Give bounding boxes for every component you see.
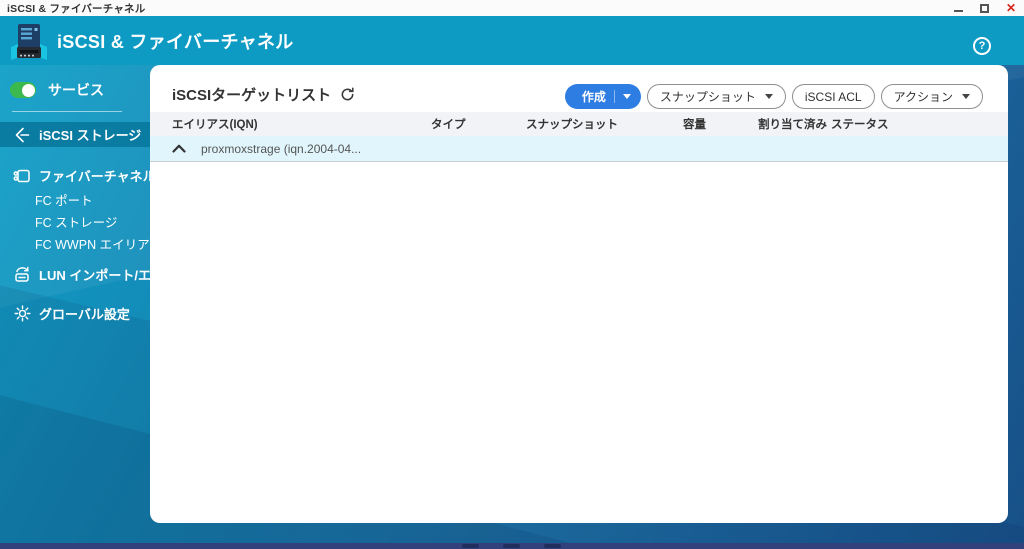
collapse-icon[interactable] bbox=[172, 144, 186, 153]
column-header-capacity[interactable]: 容量 bbox=[683, 116, 758, 132]
sidebar-item-iscsi-storage[interactable]: iSCSI ストレージ bbox=[0, 122, 150, 147]
action-button[interactable]: アクション bbox=[880, 84, 983, 109]
sidebar-item-fc-storage[interactable]: FC ストレージ bbox=[0, 210, 150, 232]
dock-dot bbox=[503, 544, 520, 548]
chevron-down-icon bbox=[962, 94, 970, 99]
gear-icon bbox=[13, 305, 31, 322]
service-toggle-row: サービス bbox=[0, 65, 150, 100]
snapshot-button-label: スナップショット bbox=[659, 90, 756, 104]
snapshot-button[interactable]: スナップショット bbox=[646, 84, 786, 109]
action-button-label: アクション bbox=[893, 90, 953, 104]
iscsi-acl-button[interactable]: iSCSI ACL bbox=[791, 84, 875, 109]
minimize-icon[interactable] bbox=[953, 9, 963, 12]
table-header: エイリアス(IQN) タイプ スナップショット 容量 割り当て済み ステータス bbox=[150, 112, 1008, 136]
sidebar-item-lun-import-export[interactable]: LUN インポート/エク... bbox=[0, 262, 175, 287]
row-alias-cell: proxmoxstrage (iqn.2004-04... bbox=[150, 142, 431, 156]
close-icon[interactable]: ✕ bbox=[1006, 1, 1016, 15]
app-title: iSCSI & ファイバーチャネル bbox=[57, 32, 294, 52]
taskbar-strip bbox=[0, 543, 1024, 549]
app-logo-icon bbox=[9, 22, 49, 67]
app-header: iSCSI & ファイバーチャネル ? bbox=[0, 16, 1024, 65]
service-toggle[interactable] bbox=[10, 82, 36, 98]
window-titlebar: iSCSI & ファイバーチャネル ✕ bbox=[0, 0, 1024, 16]
iscsi-storage-icon bbox=[13, 127, 31, 143]
chevron-down-icon bbox=[764, 94, 773, 99]
service-label: サービス bbox=[48, 82, 104, 98]
refresh-icon[interactable] bbox=[340, 87, 355, 102]
column-header-status[interactable]: ステータス bbox=[831, 116, 1008, 132]
row-alias: proxmoxstrage (iqn.2004-04... bbox=[201, 141, 362, 156]
toolbar: 作成 スナップショット iSCSI ACL アクション bbox=[564, 84, 983, 109]
sidebar-item-label: グローバル設定 bbox=[39, 307, 130, 322]
chevron-down-icon bbox=[622, 94, 631, 99]
page-title: iSCSIターゲットリスト bbox=[172, 87, 332, 104]
sidebar-subitem-label: FC ポート bbox=[35, 193, 93, 208]
window-controls: ✕ bbox=[953, 0, 1016, 16]
sidebar-divider bbox=[12, 111, 122, 112]
screen: iSCSI & ファイバーチャネル ✕ iSCSI & ファイバーチャネル ? … bbox=[0, 0, 1024, 549]
button-divider bbox=[613, 90, 615, 103]
dock-indicator bbox=[462, 544, 561, 548]
maximize-icon[interactable] bbox=[979, 3, 989, 13]
dock-dot bbox=[544, 544, 561, 548]
sidebar-subitem-label: FC WWPN エイリアス bbox=[35, 237, 163, 252]
window-title: iSCSI & ファイバーチャネル bbox=[7, 3, 146, 15]
main-panel: iSCSIターゲットリスト 作成 スナップショット iSCSI ACL アクショ… bbox=[150, 65, 1008, 523]
sidebar-item-fibre-channel[interactable]: ファイバーチャネルへ bbox=[0, 163, 169, 188]
panel-header: iSCSIターゲットリスト 作成 スナップショット iSCSI ACL アクショ… bbox=[150, 65, 1008, 112]
column-header-type[interactable]: タイプ bbox=[431, 116, 526, 132]
toggle-knob bbox=[21, 83, 35, 97]
panel-title-wrap: iSCSIターゲットリスト bbox=[172, 84, 355, 105]
sidebar-subitem-label: FC ストレージ bbox=[35, 215, 118, 230]
table-row[interactable]: proxmoxstrage (iqn.2004-04... bbox=[150, 136, 1008, 162]
dock-dot bbox=[462, 544, 479, 548]
sidebar-item-global-settings[interactable]: グローバル設定 bbox=[0, 301, 150, 326]
sidebar: サービス iSCSI ストレージ ファイバーチャネルへ FC ポート FC スト… bbox=[0, 65, 175, 326]
iscsi-acl-button-label: iSCSI ACL bbox=[804, 89, 862, 104]
column-header-snapshot[interactable]: スナップショット bbox=[526, 116, 683, 132]
sidebar-item-fc-wwpn-alias[interactable]: FC WWPN エイリアス bbox=[0, 232, 162, 254]
lun-import-export-icon bbox=[13, 266, 31, 283]
column-header-allocated[interactable]: 割り当て済み bbox=[758, 116, 831, 132]
help-icon[interactable]: ? bbox=[973, 37, 991, 55]
create-button-label: 作成 bbox=[581, 90, 606, 104]
sidebar-item-label: iSCSI ストレージ bbox=[39, 128, 142, 143]
sidebar-item-fc-port[interactable]: FC ポート bbox=[0, 188, 150, 210]
create-button[interactable]: 作成 bbox=[564, 84, 641, 109]
column-header-alias-iqn[interactable]: エイリアス(IQN) bbox=[150, 116, 431, 132]
fibre-channel-icon bbox=[13, 168, 31, 184]
